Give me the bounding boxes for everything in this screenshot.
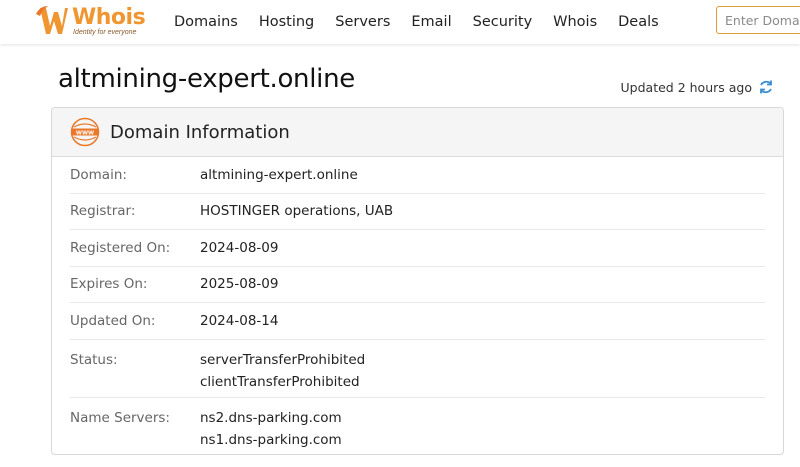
name-server-value: ns1.dns-parking.com <box>200 431 342 448</box>
logo-tagline: Identity for everyone <box>73 29 137 36</box>
refresh-icon[interactable] <box>758 79 774 95</box>
status-value: clientTransferProhibited <box>200 373 360 390</box>
row-name-servers: Name Servers: ns2.dns-parking.com ns1.dn… <box>70 398 765 455</box>
page-title: altmining-expert.online <box>58 64 355 94</box>
nav-item-servers[interactable]: Servers <box>335 14 390 30</box>
row-updated-on: Updated On: 2024-08-14 <box>70 303 765 340</box>
row-registered-on: Registered On: 2024-08-09 <box>70 230 765 267</box>
main-nav: Domains Hosting Servers Email Security W… <box>174 0 680 44</box>
card-header: WWW Domain Information <box>52 108 783 157</box>
svg-text:WWW: WWW <box>76 130 94 136</box>
nav-item-whois[interactable]: Whois <box>553 14 597 30</box>
logo-wordmark: Whois <box>72 5 146 30</box>
nav-item-deals[interactable]: Deals <box>618 14 659 30</box>
row-label: Registrar: <box>70 203 136 220</box>
domain-information-card: WWW Domain Information Domain: altmining… <box>51 107 784 455</box>
nav-item-security[interactable]: Security <box>473 14 533 30</box>
expires-on-value: 2025-08-09 <box>200 276 279 293</box>
registrar-value: HOSTINGER operations, UAB <box>200 203 394 220</box>
whois-logo[interactable]: Whois Identity for everyone <box>34 4 154 40</box>
status-value: serverTransferProhibited <box>200 351 366 368</box>
row-domain: Domain: altmining-expert.online <box>70 157 765 194</box>
row-label: Status: <box>70 351 118 368</box>
domain-value: altmining-expert.online <box>200 166 358 183</box>
domain-search-input[interactable] <box>716 6 800 34</box>
whois-logo-icon <box>36 6 68 34</box>
row-label: Domain: <box>70 166 127 183</box>
row-label: Expires On: <box>70 276 148 293</box>
row-value: serverTransferProhibited clientTransferP… <box>200 349 365 393</box>
registered-on-value: 2024-08-09 <box>200 239 279 256</box>
updated-status: Updated 2 hours ago <box>621 79 774 95</box>
row-label: Name Servers: <box>70 409 170 426</box>
row-value: altmining-expert.online <box>200 167 358 183</box>
updated-on-value: 2024-08-14 <box>200 312 279 329</box>
top-navbar: Whois Identity for everyone Domains Host… <box>0 0 800 44</box>
row-registrar: Registrar: HOSTINGER operations, UAB <box>70 194 765 230</box>
nav-item-hosting[interactable]: Hosting <box>259 14 314 30</box>
nav-item-email[interactable]: Email <box>411 14 451 30</box>
row-value: 2025-08-09 <box>200 276 278 292</box>
updated-text: Updated 2 hours ago <box>620 79 752 95</box>
row-status: Status: serverTransferProhibited clientT… <box>70 340 765 398</box>
www-icon: WWW <box>70 117 100 147</box>
row-label: Updated On: <box>70 312 156 329</box>
name-server-value: ns2.dns-parking.com <box>200 409 342 426</box>
card-title: Domain Information <box>110 121 290 143</box>
row-value: ns2.dns-parking.com ns1.dns-parking.com <box>200 407 342 451</box>
row-value: 2024-08-09 <box>200 240 278 256</box>
row-expires-on: Expires On: 2025-08-09 <box>70 267 765 303</box>
domain-info-rows: Domain: altmining-expert.online Registra… <box>52 157 783 455</box>
nav-item-domains[interactable]: Domains <box>174 14 238 30</box>
row-value: 2024-08-14 <box>200 313 278 329</box>
row-value: HOSTINGER operations, UAB <box>200 203 393 219</box>
row-label: Registered On: <box>70 239 171 256</box>
